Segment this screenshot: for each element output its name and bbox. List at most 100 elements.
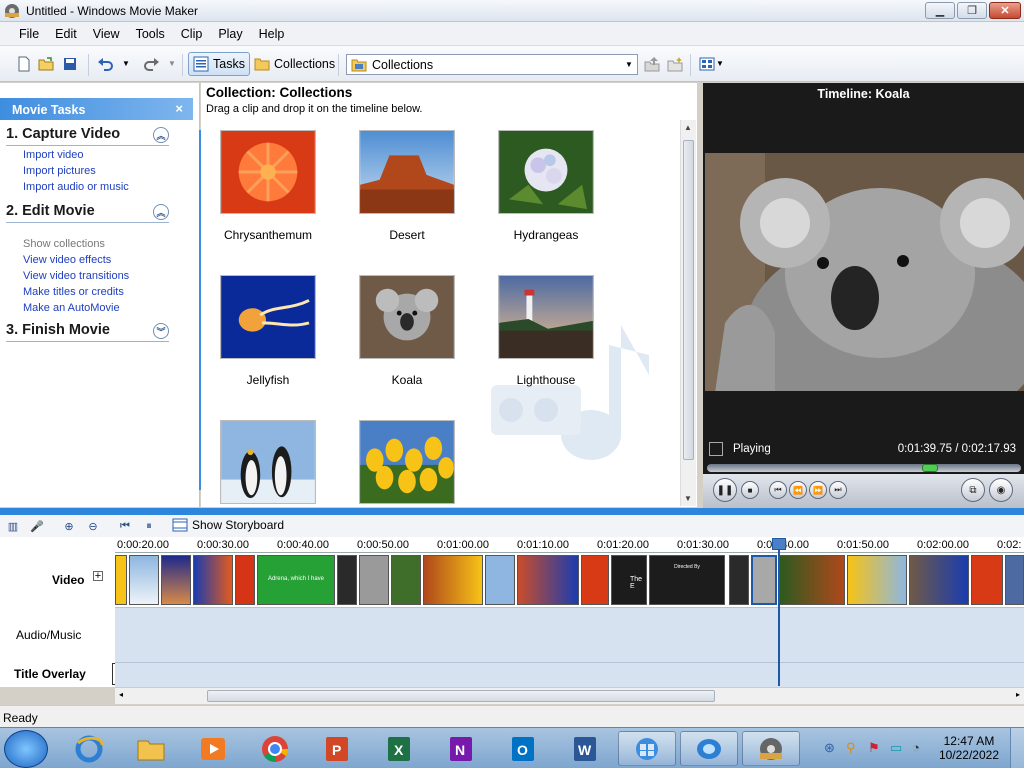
playhead[interactable]	[778, 538, 780, 686]
rewind-button[interactable]: ⏪	[789, 481, 807, 499]
up-level-icon[interactable]	[644, 56, 660, 72]
network-icon[interactable]: ⊛	[824, 740, 835, 756]
pause-button[interactable]: ❚❚	[713, 478, 737, 502]
timeline-clip[interactable]	[161, 555, 191, 605]
menu-help[interactable]: Help	[251, 27, 293, 41]
show-desktop-button[interactable]	[1010, 728, 1024, 768]
stop-button[interactable]: ■	[741, 481, 759, 499]
make-automovie-link[interactable]: Make an AutoMovie	[23, 302, 169, 315]
import-audio-link[interactable]: Import audio or music	[23, 181, 169, 194]
excel-icon[interactable]: X	[370, 731, 428, 766]
clip-thumbnail[interactable]	[498, 275, 594, 359]
movie-maker-taskbar-icon[interactable]	[742, 731, 800, 766]
onenote-icon[interactable]: N	[432, 731, 490, 766]
audio-music-track[interactable]	[115, 607, 1024, 662]
pause-timeline-icon[interactable]: ⏸	[142, 519, 156, 533]
zoom-out-icon[interactable]: ⊖	[86, 519, 100, 533]
redo-icon[interactable]	[144, 56, 160, 72]
word-icon[interactable]: W	[556, 731, 614, 766]
title-clip[interactable]: Adrena, which I have	[257, 555, 335, 605]
new-project-icon[interactable]	[16, 56, 32, 72]
file-explorer-icon[interactable]	[122, 731, 180, 766]
menu-play[interactable]: Play	[210, 27, 250, 41]
show-storyboard-button[interactable]: Show Storyboard	[172, 518, 284, 532]
timeline-clip[interactable]	[581, 555, 609, 605]
collection-scrollbar[interactable]: ▲ ▼	[680, 120, 696, 506]
timeline-clip[interactable]	[359, 555, 389, 605]
menu-tools[interactable]: Tools	[128, 27, 173, 41]
selected-clip[interactable]	[751, 555, 777, 605]
split-clip-button[interactable]: ⧉	[961, 478, 985, 502]
timeline-clip[interactable]	[779, 555, 845, 605]
timeline-clip[interactable]	[115, 555, 127, 605]
timeline-clip[interactable]	[517, 555, 579, 605]
import-video-link[interactable]: Import video	[23, 149, 169, 162]
time-ruler[interactable]: 0:00:20.00 0:00:30.00 0:00:40.00 0:00:50…	[115, 537, 1024, 553]
chrome-icon[interactable]	[246, 731, 304, 766]
fullscreen-icon[interactable]	[709, 442, 723, 456]
restore-button[interactable]: ❐	[957, 2, 987, 19]
scroll-thumb[interactable]	[683, 140, 694, 460]
open-project-icon[interactable]	[38, 56, 54, 72]
seek-knob[interactable]	[922, 464, 938, 472]
import-pictures-link[interactable]: Import pictures	[23, 165, 169, 178]
minimize-button[interactable]: ▁	[925, 2, 955, 19]
narrate-icon[interactable]: 🎤	[30, 519, 44, 533]
playhead-handle[interactable]	[772, 538, 786, 550]
view-video-effects-link[interactable]: View video effects	[23, 254, 169, 267]
internet-explorer-icon[interactable]	[60, 731, 118, 766]
title-overlay-track[interactable]	[115, 662, 1024, 687]
make-titles-link[interactable]: Make titles or credits	[23, 286, 169, 299]
windows-app-icon[interactable]	[618, 731, 676, 766]
menu-view[interactable]: View	[85, 27, 128, 41]
media-player-icon[interactable]	[184, 731, 242, 766]
credits-clip[interactable]: Directed By	[649, 555, 725, 605]
start-button[interactable]	[4, 730, 48, 768]
clip-thumbnail[interactable]	[359, 275, 455, 359]
edit-movie-heading[interactable]: 2. Edit Movie ︽	[6, 203, 169, 223]
clip-thumbnail[interactable]	[220, 275, 316, 359]
clock[interactable]: 12:47 AM 10/22/2022	[939, 734, 999, 762]
timeline-clip[interactable]	[971, 555, 1003, 605]
timeline-clip[interactable]	[729, 555, 749, 605]
outlook-icon[interactable]: O	[494, 731, 552, 766]
menu-file[interactable]: File	[11, 27, 47, 41]
menu-edit[interactable]: Edit	[47, 27, 85, 41]
volume-icon[interactable]: ◔	[912, 740, 920, 755]
timeline-clip[interactable]	[485, 555, 515, 605]
seek-bar[interactable]	[707, 464, 1021, 472]
flag-icon[interactable]: ⚑	[868, 740, 880, 756]
timeline-scrollbar[interactable]: ◂ ▸	[115, 687, 1024, 704]
timeline-clip[interactable]	[423, 555, 483, 605]
undo-dropdown-icon[interactable]: ▼	[122, 59, 138, 75]
powerpoint-icon[interactable]: P	[308, 731, 366, 766]
clip-thumbnail[interactable]	[220, 130, 316, 214]
clip-thumbnail[interactable]	[498, 130, 594, 214]
collections-button[interactable]: Collections	[250, 52, 339, 76]
previous-frame-button[interactable]: ⏮	[769, 481, 787, 499]
view-dropdown-icon[interactable]: ▼	[716, 59, 732, 75]
finish-movie-heading[interactable]: 3. Finish Movie ︾	[6, 322, 169, 342]
timeline-clip[interactable]	[1005, 555, 1024, 605]
close-pane-icon[interactable]: ×	[175, 101, 183, 116]
new-collection-icon[interactable]	[667, 56, 683, 72]
scroll-up-icon[interactable]: ▲	[684, 123, 692, 132]
set-audio-levels-icon[interactable]: ▥	[6, 519, 20, 533]
search-icon[interactable]: ⚲	[846, 740, 856, 756]
rewind-timeline-icon[interactable]: ⏮	[118, 519, 132, 533]
collapse-icon[interactable]: ︽	[153, 204, 169, 220]
clip-thumbnail[interactable]	[359, 420, 455, 504]
forward-button[interactable]: ⏩	[809, 481, 827, 499]
close-button[interactable]: ✕	[989, 2, 1021, 19]
timeline-clip[interactable]	[129, 555, 159, 605]
next-frame-button[interactable]: ⏭	[829, 481, 847, 499]
scroll-right-icon[interactable]: ▸	[1016, 690, 1020, 699]
save-project-icon[interactable]	[62, 56, 78, 72]
tasks-button[interactable]: Tasks	[188, 52, 250, 76]
collections-dropdown[interactable]: Collections ▼	[346, 54, 638, 75]
scroll-down-icon[interactable]: ▼	[684, 494, 692, 503]
view-options-icon[interactable]	[699, 56, 715, 72]
menu-clip[interactable]: Clip	[173, 27, 211, 41]
timeline-clip[interactable]	[909, 555, 969, 605]
timeline-divider[interactable]	[0, 508, 1024, 515]
